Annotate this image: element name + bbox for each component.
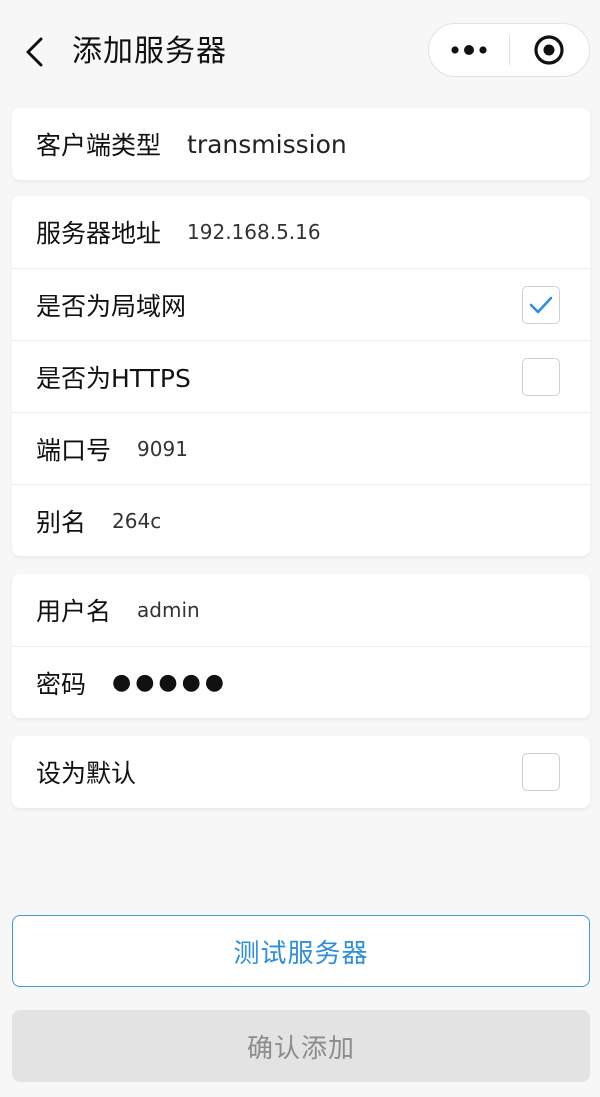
lan-checkbox[interactable] (522, 285, 560, 324)
lan-row: 是否为局域网 (12, 268, 590, 340)
https-row: 是否为HTTPS (12, 340, 590, 412)
check-icon (529, 296, 553, 313)
password-row[interactable]: 密码 ●●●●● (12, 646, 590, 718)
lan-label: 是否为局域网 (36, 291, 187, 321)
port-label: 端口号 (36, 435, 112, 465)
https-checkbox[interactable] (522, 357, 560, 396)
client-type-label: 客户端类型 (36, 131, 162, 160)
more-dots-icon (451, 45, 487, 55)
default-card: 设为默认 (12, 736, 590, 808)
port-row[interactable]: 端口号 9091 (12, 412, 590, 484)
add-server-page: 添加服务器 客户端类型 transmission 服务器地址 192.168.5… (0, 0, 600, 1097)
server-address-input[interactable]: 192.168.5.16 (187, 220, 321, 244)
username-label: 用户名 (36, 597, 112, 626)
username-input[interactable]: admin (137, 598, 200, 622)
confirm-add-button[interactable]: 确认添加 (12, 1010, 590, 1082)
back-button[interactable] (14, 30, 54, 74)
server-address-row[interactable]: 服务器地址 192.168.5.16 (12, 196, 590, 268)
alias-input[interactable]: 264c (112, 509, 161, 533)
client-type-value: transmission (187, 129, 347, 159)
target-close-icon (534, 35, 564, 65)
client-type-row[interactable]: 客户端类型 transmission (12, 108, 590, 180)
page-title: 添加服务器 (72, 34, 227, 69)
test-server-button[interactable]: 测试服务器 (12, 915, 590, 987)
default-row: 设为默认 (12, 736, 590, 808)
close-button[interactable] (510, 24, 590, 76)
alias-row[interactable]: 别名 264c (12, 484, 590, 556)
server-card: 服务器地址 192.168.5.16 是否为局域网 是否为HTTPS 端口号 9… (12, 196, 590, 556)
nav-bar: 添加服务器 (0, 0, 600, 100)
default-checkbox[interactable] (522, 753, 560, 791)
default-label: 设为默认 (36, 759, 137, 788)
auth-card: 用户名 admin 密码 ●●●●● (12, 574, 590, 718)
password-label: 密码 (36, 669, 87, 699)
password-input[interactable]: ●●●●● (112, 670, 228, 695)
username-row[interactable]: 用户名 admin (12, 574, 590, 646)
chevron-left-icon (26, 37, 43, 67)
port-input[interactable]: 9091 (137, 437, 188, 461)
client-type-card: 客户端类型 transmission (12, 108, 590, 180)
server-address-label: 服务器地址 (36, 219, 162, 248)
alias-label: 别名 (36, 507, 87, 537)
mini-program-capsule (428, 23, 590, 77)
https-label: 是否为HTTPS (36, 363, 191, 393)
more-button[interactable] (429, 24, 509, 76)
